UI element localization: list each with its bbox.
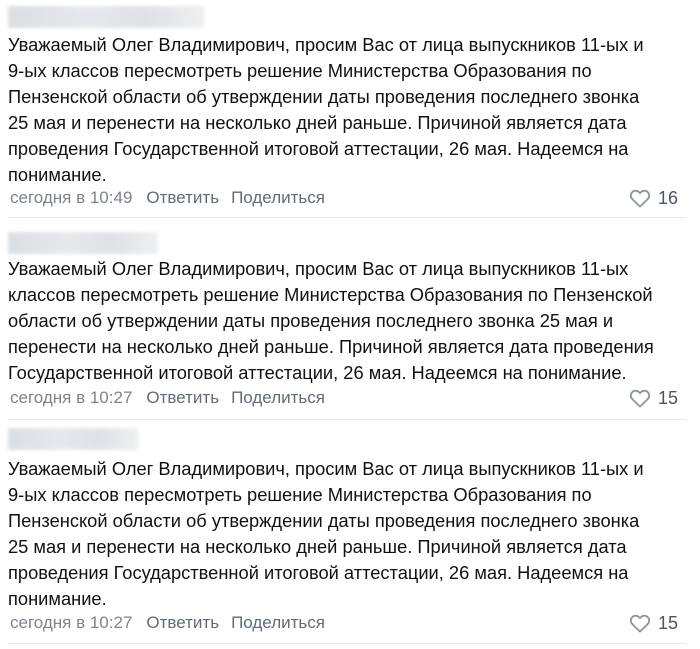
- like-button[interactable]: 15: [629, 386, 678, 410]
- comment-time[interactable]: сегодня в 10:27: [10, 388, 132, 408]
- reply-button[interactable]: Ответить: [146, 388, 219, 408]
- comment-meta: сегодня в 10:49 Ответить Поделиться: [10, 186, 337, 210]
- heart-outline-icon: [629, 189, 651, 208]
- divider: [8, 217, 686, 218]
- comment-item: Уважаемый Олег Владимирович, просим Вас …: [0, 220, 700, 420]
- comment-meta: сегодня в 10:27 Ответить Поделиться: [10, 386, 337, 410]
- comment-text: Уважаемый Олег Владимирович, просим Вас …: [8, 258, 654, 383]
- author-name-blurred[interactable]: [8, 232, 158, 254]
- like-button[interactable]: 16: [629, 186, 678, 210]
- share-button[interactable]: Поделиться: [231, 388, 325, 408]
- share-button[interactable]: Поделиться: [231, 188, 325, 208]
- like-button[interactable]: 15: [629, 611, 678, 635]
- heart-outline-icon: [629, 389, 651, 408]
- like-count: 15: [657, 612, 678, 633]
- heart-outline-icon: [629, 614, 651, 633]
- like-count: 15: [657, 387, 678, 408]
- divider: [8, 643, 686, 644]
- comment-meta: сегодня в 10:27 Ответить Поделиться: [10, 611, 337, 635]
- reply-button[interactable]: Ответить: [146, 613, 219, 633]
- reply-button[interactable]: Ответить: [146, 188, 219, 208]
- comment-time[interactable]: сегодня в 10:27: [10, 613, 132, 633]
- comment-item: Уважаемый Олег Владимирович, просим Вас …: [0, 422, 700, 649]
- comment-text: Уважаемый Олег Владимирович, просим Вас …: [8, 458, 644, 609]
- share-button[interactable]: Поделиться: [231, 613, 325, 633]
- comment-text: Уважаемый Олег Владимирович, просим Вас …: [8, 34, 644, 185]
- divider: [8, 419, 686, 420]
- like-count: 16: [657, 187, 678, 208]
- author-name-blurred[interactable]: [8, 428, 138, 450]
- comment-time[interactable]: сегодня в 10:49: [10, 188, 132, 208]
- author-name-blurred[interactable]: [8, 6, 204, 28]
- comment-item: Уважаемый Олег Владимирович, просим Вас …: [0, 0, 700, 218]
